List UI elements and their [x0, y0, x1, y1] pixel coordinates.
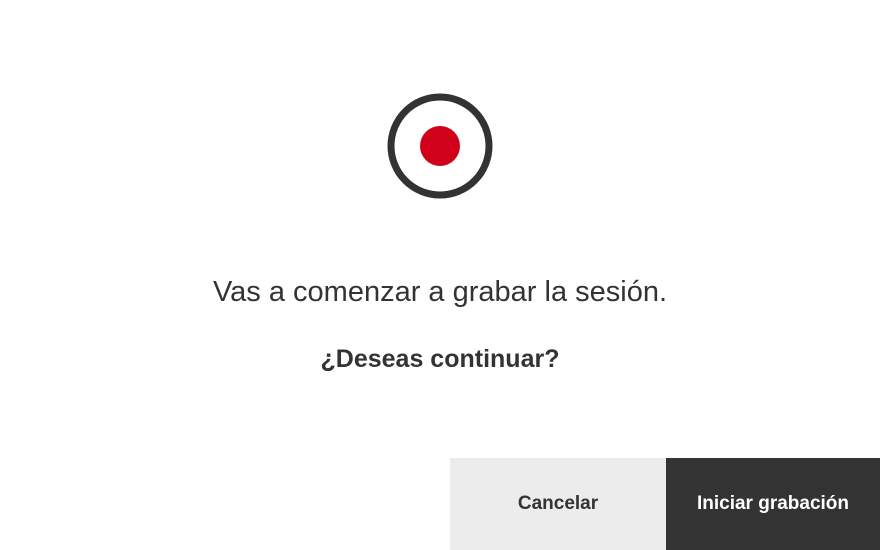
cancel-button[interactable]: Cancelar: [450, 458, 666, 550]
start-recording-button-label: Iniciar grabación: [696, 493, 850, 514]
start-recording-button[interactable]: Iniciar grabación: [666, 458, 880, 550]
record-icon: [387, 93, 493, 199]
dialog-question: ¿Deseas continuar?: [320, 345, 560, 373]
record-session-dialog: Vas a comenzar a grabar la sesión. ¿Dese…: [0, 0, 880, 550]
cancel-button-label: Cancelar: [517, 493, 599, 514]
record-dot: [420, 126, 460, 166]
dialog-message: Vas a comenzar a grabar la sesión.: [212, 276, 668, 308]
